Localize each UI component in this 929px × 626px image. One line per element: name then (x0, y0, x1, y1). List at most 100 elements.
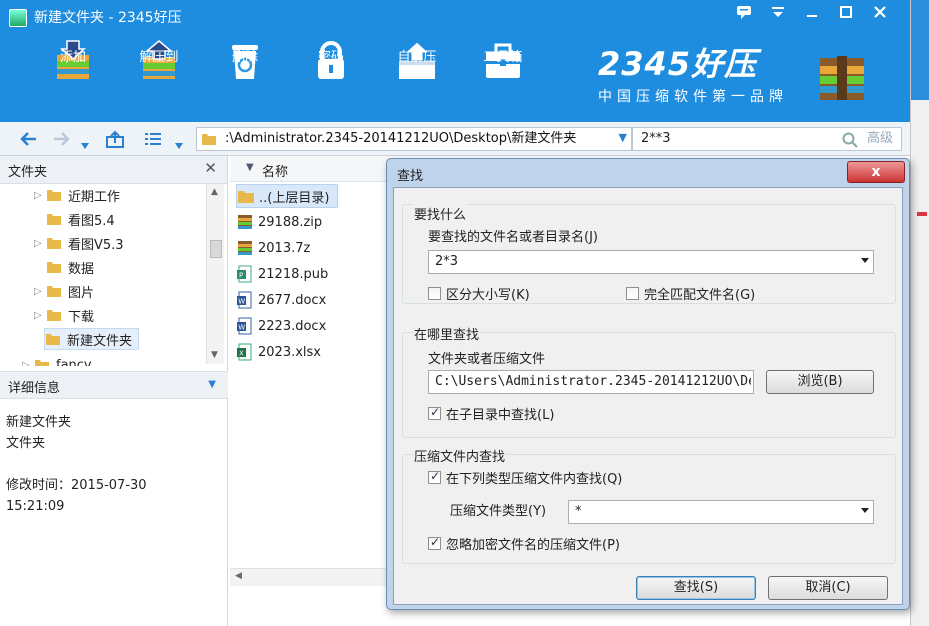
brand-block: 2345好压 中国压缩软件第一品牌 (598, 46, 828, 106)
whole-name-checkbox[interactable]: 完全匹配文件名(G) (626, 284, 755, 303)
maximize-icon[interactable] (836, 4, 856, 24)
checkbox-label: 区分大小写(K) (446, 288, 530, 303)
brand-box-icon (814, 52, 870, 104)
menu-icon[interactable] (768, 4, 788, 24)
tree-item-pictures[interactable]: ▷ 图片 (34, 280, 94, 302)
search-icon[interactable] (841, 131, 859, 149)
file-row[interactable]: X 2023.xlsx (236, 340, 321, 364)
search-input[interactable]: 2**3 (641, 130, 671, 148)
checkbox-box[interactable] (428, 469, 441, 484)
skip-encrypted-checkbox[interactable]: 忽略加密文件名的压缩文件(P) (428, 534, 620, 553)
details-kind: 文件夹 (6, 436, 46, 451)
column-title: 名称 (262, 165, 289, 180)
svg-text:X: X (239, 350, 244, 358)
scroll-left-icon[interactable]: ◀ (235, 571, 242, 581)
expand-arrow-icon[interactable]: ▷ (34, 190, 46, 201)
tree-item-downloads[interactable]: ▷ 下载 (34, 304, 94, 326)
tree-item-kantu-v5-3[interactable]: ▷ 看图V5.3 (34, 232, 124, 254)
chevron-down-icon[interactable] (861, 258, 869, 263)
search-in-archives-checkbox[interactable]: 在下列类型压缩文件内查找(Q) (428, 468, 622, 487)
archive-type-combo[interactable]: * (568, 500, 874, 524)
tree-scrollbar[interactable]: ▲ ▼ (206, 184, 224, 364)
folder-icon (47, 238, 61, 249)
file-row[interactable]: W 2677.docx (236, 288, 326, 312)
checkbox-box[interactable] (428, 405, 441, 420)
history-dropdown-icon[interactable] (80, 134, 90, 156)
back-arrow-icon[interactable] (18, 128, 40, 150)
self-extract-button[interactable]: 自解压 (374, 38, 460, 118)
folder-icon (47, 190, 61, 201)
folder-input[interactable]: C:\Users\Administrator.2345-20141212UO\D… (435, 374, 751, 390)
tree-item-new-folder[interactable]: 新建文件夹 (44, 328, 140, 350)
expand-arrow-icon[interactable]: ▷ (34, 310, 46, 321)
include-subfolders-checkbox[interactable]: 在子目录中查找(L) (428, 404, 554, 423)
expand-arrow-icon[interactable]: ▷ (22, 360, 34, 367)
close-icon[interactable] (870, 4, 890, 24)
up-folder-icon[interactable] (104, 128, 126, 150)
name-combo[interactable]: 2*3 (428, 250, 874, 274)
view-dropdown-icon[interactable] (174, 134, 184, 156)
window-title: 新建文件夹 - 2345好压 (34, 10, 182, 26)
tree-item-kantu-5-4[interactable]: 看图5.4 (46, 208, 115, 230)
expand-arrow-icon[interactable]: ▷ (34, 286, 46, 297)
file-name: 2677.docx (258, 292, 327, 308)
checkbox-box[interactable] (428, 287, 441, 300)
folder-icon (47, 214, 61, 225)
forward-arrow-icon[interactable] (50, 128, 72, 150)
folder-icon (35, 360, 49, 366)
file-row[interactable]: 2013.7z (236, 236, 310, 260)
search-box[interactable]: 2**3 高级 (632, 127, 902, 151)
details-header[interactable]: 详细信息 ▼ (0, 371, 228, 399)
view-list-icon[interactable] (142, 128, 164, 150)
folder-tree: ▷ 近期工作 看图5.4 ▷ 看图V5.3 数据 ▷ 图片 ▷ 下载 新建文件夹… (0, 184, 228, 366)
extract-button[interactable]: 解压到 (116, 38, 202, 118)
address-dropdown-icon[interactable]: ▼ (619, 131, 627, 144)
what-to-find-title: 要找什么 (414, 204, 467, 223)
details-collapse-icon[interactable]: ▼ (208, 379, 216, 390)
window-controls (734, 4, 890, 24)
file-row[interactable]: W 2223.docx (236, 314, 326, 338)
chevron-down-icon[interactable] (861, 508, 869, 513)
file-row[interactable]: P 21218.pub (236, 262, 328, 286)
word-file-icon: W (237, 317, 252, 335)
tree-item-label: 近期工作 (68, 189, 121, 205)
folder-tree-title: 文件夹 (8, 165, 48, 180)
scroll-up-icon[interactable]: ▲ (211, 187, 218, 197)
tree-item-fancy[interactable]: ▷ fancy (22, 354, 92, 366)
expand-arrow-icon[interactable]: ▷ (34, 238, 46, 249)
close-panel-icon[interactable]: ✕ (204, 159, 217, 177)
navigation-bar: :\Administrator.2345-20141212UO\Desktop\… (0, 122, 910, 156)
minimize-icon[interactable] (802, 4, 822, 24)
address-path: :\Administrator.2345-20141212UO\Desktop\… (225, 131, 577, 146)
checkbox-box[interactable] (428, 535, 441, 550)
column-header-name[interactable]: ▼ 名称 (230, 156, 390, 182)
advanced-search-link[interactable]: 高级 (867, 130, 893, 148)
browse-button[interactable]: 浏览(B) (766, 370, 874, 394)
file-list-hscrollbar[interactable]: ◀ (230, 568, 390, 586)
checkbox-box[interactable] (626, 287, 639, 300)
feedback-icon[interactable] (734, 4, 754, 24)
name-input[interactable]: 2*3 (435, 254, 458, 270)
excel-file-icon: X (237, 343, 252, 361)
tree-item-recent-work[interactable]: ▷ 近期工作 (34, 184, 120, 206)
file-row[interactable]: 29188.zip (236, 210, 322, 234)
brand-name: 2345好压 (598, 45, 758, 83)
password-button[interactable]: 密码 (288, 38, 374, 118)
case-sensitive-checkbox[interactable]: 区分大小写(K) (428, 284, 530, 303)
tree-item-data[interactable]: 数据 (46, 256, 94, 278)
scroll-thumb[interactable] (210, 240, 222, 258)
cancel-button[interactable]: 取消(C) (768, 576, 888, 600)
delete-button[interactable]: 删除 (202, 38, 288, 118)
word-file-icon: W (237, 291, 252, 309)
tree-item-label: 数据 (68, 261, 95, 277)
find-button[interactable]: 查找(S) (636, 576, 756, 600)
address-bar[interactable]: :\Administrator.2345-20141212UO\Desktop\… (196, 127, 632, 151)
add-button[interactable]: 添加 (30, 38, 116, 118)
file-row[interactable]: ..(上层目录) (236, 184, 339, 208)
scroll-down-icon[interactable]: ▼ (211, 350, 218, 360)
toolbox-button[interactable]: 工具箱 (460, 38, 546, 118)
folder-input-box[interactable]: C:\Users\Administrator.2345-20141212UO\D… (428, 370, 754, 394)
archive-type-input[interactable]: * (575, 504, 582, 520)
dialog-close-button[interactable]: x (847, 161, 905, 183)
folder-icon (47, 262, 61, 273)
